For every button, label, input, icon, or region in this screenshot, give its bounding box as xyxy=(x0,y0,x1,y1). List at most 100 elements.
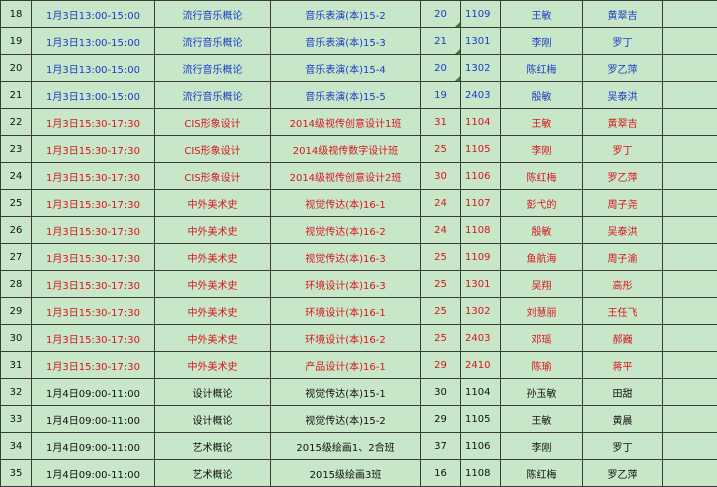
invigilator-1-cell[interactable]: 吴翔 xyxy=(501,271,583,298)
row-index-cell[interactable]: 34 xyxy=(1,433,32,460)
invigilator-2-cell[interactable]: 罗丁 xyxy=(583,28,663,55)
invigilator-2-cell[interactable]: 吴泰洪 xyxy=(583,82,663,109)
invigilator-1-cell[interactable]: 陈红梅 xyxy=(501,163,583,190)
course-name-cell[interactable]: 流行音乐概论 xyxy=(155,1,271,28)
row-index-cell[interactable]: 23 xyxy=(1,136,32,163)
invigilator-2-cell[interactable]: 罗丁 xyxy=(583,433,663,460)
exam-time-cell[interactable]: 1月3日13:00-15:00 xyxy=(32,28,155,55)
course-name-cell[interactable]: 艺术概论 xyxy=(155,433,271,460)
room-cell[interactable]: 2410 xyxy=(461,352,501,379)
student-count-cell[interactable]: 19 xyxy=(421,82,461,109)
course-name-cell[interactable]: 中外美术史 xyxy=(155,298,271,325)
class-name-cell[interactable]: 音乐表演(本)15-2 xyxy=(271,1,421,28)
course-name-cell[interactable]: 设计概论 xyxy=(155,379,271,406)
student-count-cell[interactable]: 29 xyxy=(421,352,461,379)
exam-time-cell[interactable]: 1月4日09:00-11:00 xyxy=(32,460,155,487)
invigilator-2-cell[interactable]: 黄翠吉 xyxy=(583,1,663,28)
class-name-cell[interactable]: 音乐表演(本)15-4 xyxy=(271,55,421,82)
course-name-cell[interactable]: 艺术概论 xyxy=(155,460,271,487)
class-name-cell[interactable]: 视觉传达(本)16-2 xyxy=(271,217,421,244)
room-cell[interactable]: 1302 xyxy=(461,55,501,82)
class-name-cell[interactable]: 音乐表演(本)15-3 xyxy=(271,28,421,55)
row-index-cell[interactable]: 19 xyxy=(1,28,32,55)
invigilator-1-cell[interactable]: 李刚 xyxy=(501,28,583,55)
exam-time-cell[interactable]: 1月3日13:00-15:00 xyxy=(32,82,155,109)
invigilator-2-cell[interactable]: 黄翠吉 xyxy=(583,109,663,136)
invigilator-1-cell[interactable]: 王敏 xyxy=(501,406,583,433)
course-name-cell[interactable]: 流行音乐概论 xyxy=(155,55,271,82)
student-count-cell[interactable]: 25 xyxy=(421,244,461,271)
class-name-cell[interactable]: 视觉传达(本)16-1 xyxy=(271,190,421,217)
row-index-cell[interactable]: 30 xyxy=(1,325,32,352)
invigilator-2-cell[interactable]: 罗乙萍 xyxy=(583,55,663,82)
student-count-cell[interactable]: 30 xyxy=(421,379,461,406)
course-name-cell[interactable]: CIS形象设计 xyxy=(155,109,271,136)
student-count-cell[interactable]: 24 xyxy=(421,190,461,217)
row-index-cell[interactable]: 35 xyxy=(1,460,32,487)
empty-cell[interactable] xyxy=(663,244,717,271)
invigilator-1-cell[interactable]: 彭弋的 xyxy=(501,190,583,217)
empty-cell[interactable] xyxy=(663,109,717,136)
empty-cell[interactable] xyxy=(663,379,717,406)
course-name-cell[interactable]: 流行音乐概论 xyxy=(155,28,271,55)
room-cell[interactable]: 1105 xyxy=(461,136,501,163)
student-count-cell[interactable]: 25 xyxy=(421,136,461,163)
invigilator-2-cell[interactable]: 吴泰洪 xyxy=(583,217,663,244)
empty-cell[interactable] xyxy=(663,163,717,190)
course-name-cell[interactable]: 中外美术史 xyxy=(155,325,271,352)
class-name-cell[interactable]: 环境设计(本)16-2 xyxy=(271,325,421,352)
empty-cell[interactable] xyxy=(663,55,717,82)
student-count-cell[interactable]: 31 xyxy=(421,109,461,136)
empty-cell[interactable] xyxy=(663,1,717,28)
student-count-cell[interactable]: 25 xyxy=(421,325,461,352)
row-index-cell[interactable]: 31 xyxy=(1,352,32,379)
invigilator-2-cell[interactable]: 王任飞 xyxy=(583,298,663,325)
room-cell[interactable]: 1104 xyxy=(461,109,501,136)
room-cell[interactable]: 2403 xyxy=(461,325,501,352)
student-count-cell[interactable]: 30 xyxy=(421,163,461,190)
exam-time-cell[interactable]: 1月3日15:30-17:30 xyxy=(32,325,155,352)
class-name-cell[interactable]: 环境设计(本)16-3 xyxy=(271,271,421,298)
room-cell[interactable]: 1302 xyxy=(461,298,501,325)
course-name-cell[interactable]: 中外美术史 xyxy=(155,271,271,298)
exam-time-cell[interactable]: 1月4日09:00-11:00 xyxy=(32,379,155,406)
class-name-cell[interactable]: 视觉传达(本)16-3 xyxy=(271,244,421,271)
room-cell[interactable]: 1301 xyxy=(461,28,501,55)
room-cell[interactable]: 1108 xyxy=(461,460,501,487)
student-count-cell[interactable]: 37 xyxy=(421,433,461,460)
room-cell[interactable]: 1108 xyxy=(461,217,501,244)
invigilator-2-cell[interactable]: 罗乙萍 xyxy=(583,163,663,190)
student-count-cell[interactable]: 25 xyxy=(421,271,461,298)
class-name-cell[interactable]: 视觉传达(本)15-1 xyxy=(271,379,421,406)
exam-time-cell[interactable]: 1月3日15:30-17:30 xyxy=(32,163,155,190)
course-name-cell[interactable]: 中外美术史 xyxy=(155,352,271,379)
invigilator-2-cell[interactable]: 郝巍 xyxy=(583,325,663,352)
student-count-cell[interactable]: 24 xyxy=(421,217,461,244)
exam-time-cell[interactable]: 1月3日13:00-15:00 xyxy=(32,1,155,28)
empty-cell[interactable] xyxy=(663,82,717,109)
room-cell[interactable]: 1106 xyxy=(461,163,501,190)
row-index-cell[interactable]: 26 xyxy=(1,217,32,244)
class-name-cell[interactable]: 产品设计(本)16-1 xyxy=(271,352,421,379)
row-index-cell[interactable]: 18 xyxy=(1,1,32,28)
exam-time-cell[interactable]: 1月3日15:30-17:30 xyxy=(32,352,155,379)
row-index-cell[interactable]: 25 xyxy=(1,190,32,217)
invigilator-1-cell[interactable]: 殷敏 xyxy=(501,82,583,109)
course-name-cell[interactable]: 中外美术史 xyxy=(155,190,271,217)
invigilator-1-cell[interactable]: 孙玉敏 xyxy=(501,379,583,406)
invigilator-2-cell[interactable]: 黄晨 xyxy=(583,406,663,433)
room-cell[interactable]: 1107 xyxy=(461,190,501,217)
invigilator-1-cell[interactable]: 李刚 xyxy=(501,136,583,163)
exam-time-cell[interactable]: 1月3日15:30-17:30 xyxy=(32,244,155,271)
invigilator-2-cell[interactable]: 高彤 xyxy=(583,271,663,298)
class-name-cell[interactable]: 视觉传达(本)15-2 xyxy=(271,406,421,433)
student-count-cell[interactable]: 29 xyxy=(421,406,461,433)
student-count-cell[interactable]: 16 xyxy=(421,460,461,487)
invigilator-1-cell[interactable]: 王敏 xyxy=(501,1,583,28)
invigilator-2-cell[interactable]: 罗乙萍 xyxy=(583,460,663,487)
row-index-cell[interactable]: 21 xyxy=(1,82,32,109)
empty-cell[interactable] xyxy=(663,190,717,217)
empty-cell[interactable] xyxy=(663,352,717,379)
invigilator-2-cell[interactable]: 周子渝 xyxy=(583,244,663,271)
student-count-cell[interactable]: 20 xyxy=(421,1,461,28)
